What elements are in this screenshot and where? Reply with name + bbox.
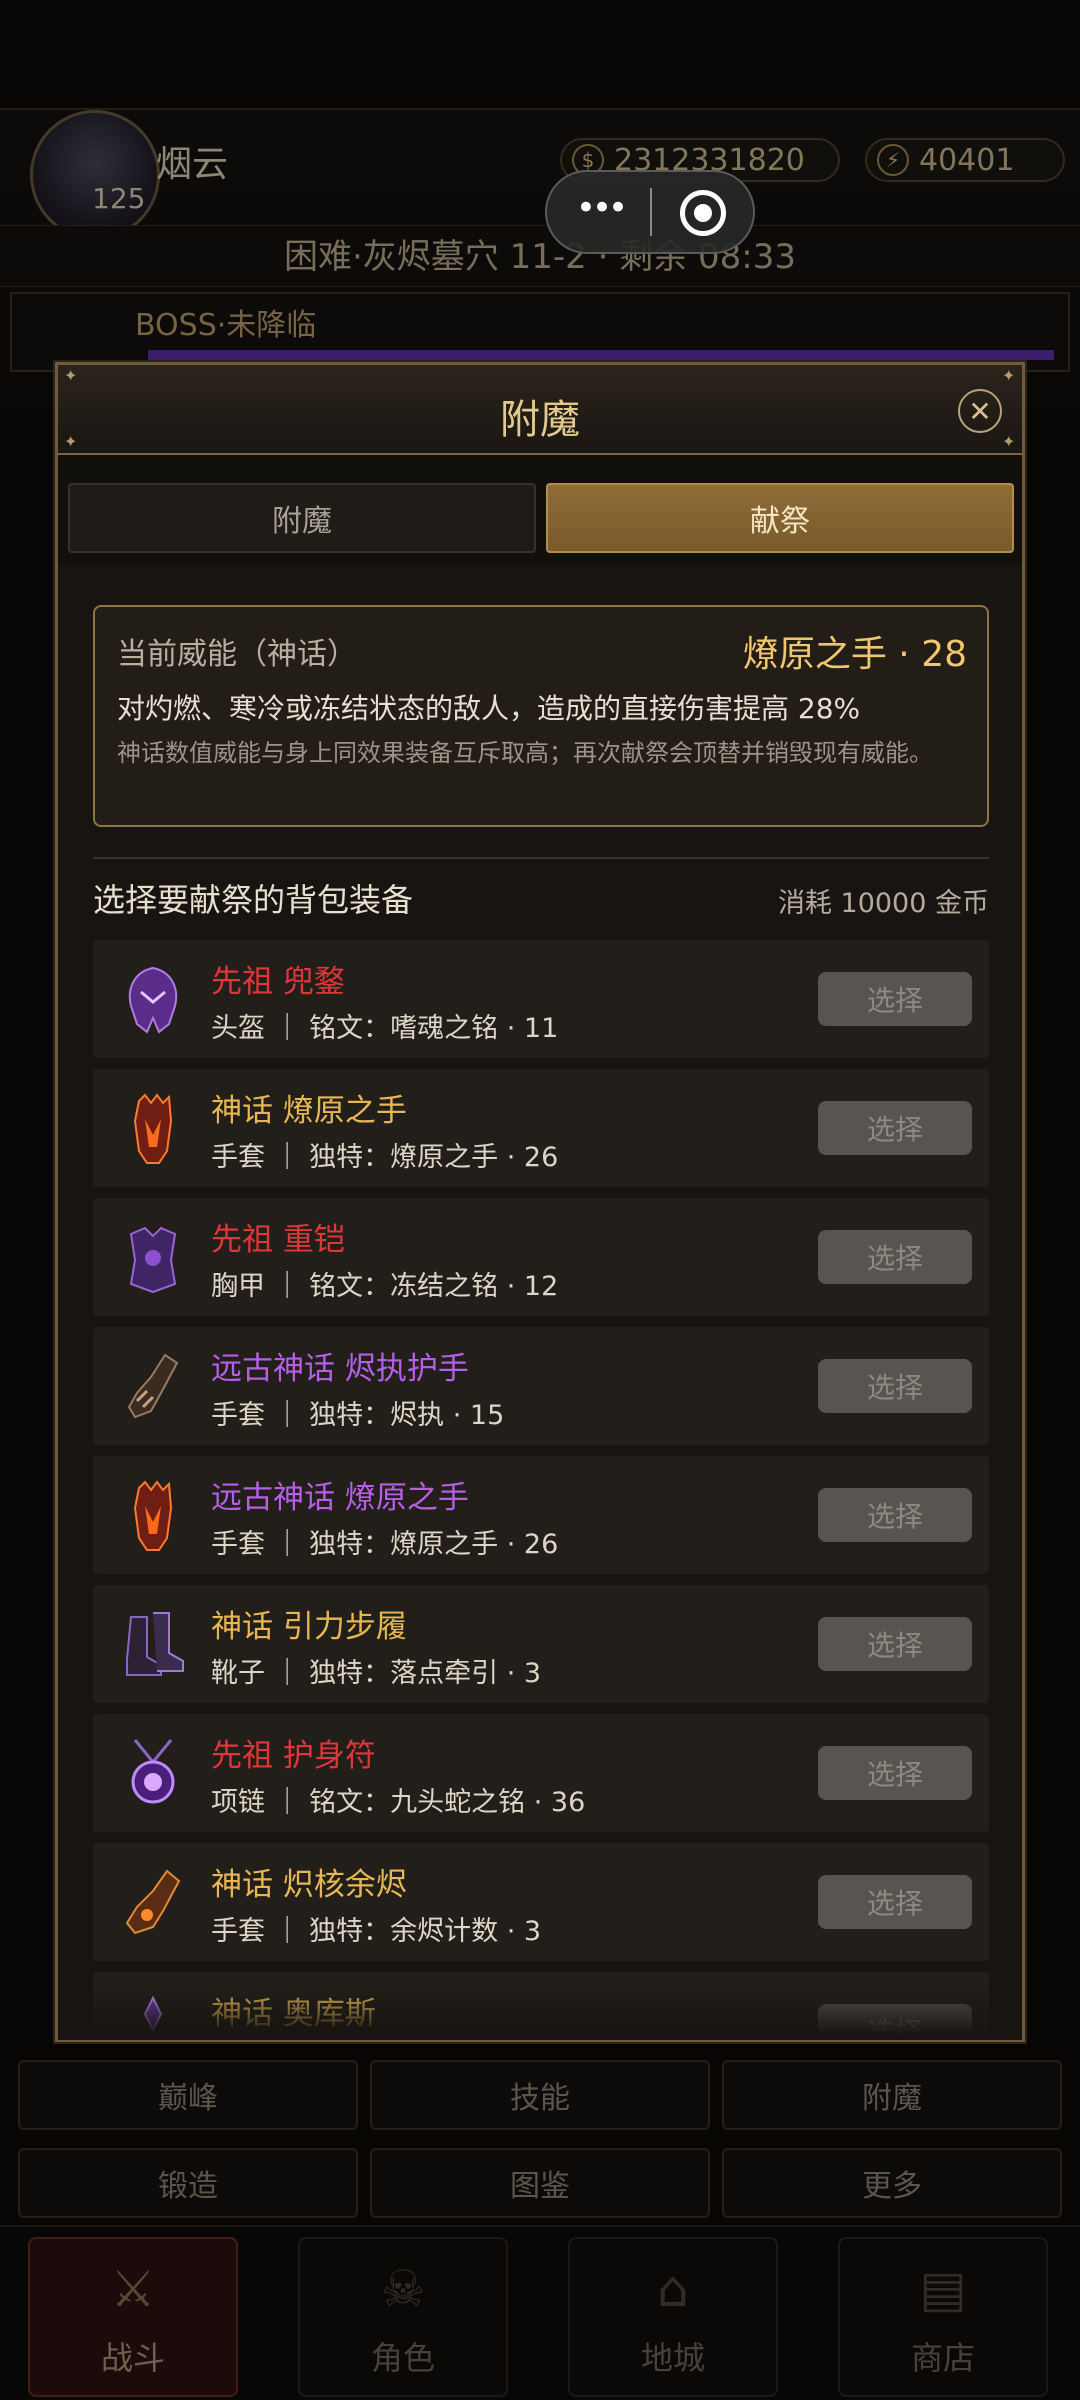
select-button[interactable]: 选择: [818, 1101, 972, 1155]
select-button[interactable]: 选择: [818, 972, 972, 1026]
chest-armor-icon: [117, 1220, 189, 1296]
select-button[interactable]: 选择: [818, 1230, 972, 1284]
section-divider: [93, 857, 989, 859]
power-description: 对灼燃、寒冷或冻结状态的敌人，造成的直接伤害提高 28%: [117, 692, 861, 725]
section-title: 选择要献祭的背包装备: [93, 881, 414, 919]
item-name: 神话 引力步履: [211, 1609, 407, 1645]
item-name: 先祖 兜鍪: [211, 964, 345, 1000]
item-name: 先祖 重铠: [211, 1222, 345, 1258]
select-button[interactable]: 选择: [818, 1359, 972, 1413]
list-item: 神话 燎原之手手套 ｜ 独特：燎原之手 · 26 选择: [93, 1069, 989, 1187]
item-details: 项链 ｜ 铭文：九头蛇之铭 · 36: [211, 1787, 586, 1818]
current-power-card: 当前威能（神话） 燎原之手 · 28 对灼燃、寒冷或冻结状态的敌人，造成的直接伤…: [93, 605, 989, 827]
close-miniprogram-icon[interactable]: [680, 190, 726, 236]
item-name: 神话 燎原之手: [211, 1093, 407, 1129]
select-button[interactable]: 选择: [818, 1875, 972, 1929]
list-item: 远古神话 烬执护手手套 ｜ 独特：烬执 · 15 选择: [93, 1327, 989, 1445]
ember-glove-icon: [117, 1865, 189, 1941]
amulet-icon: [117, 1736, 189, 1812]
select-button[interactable]: 选择: [818, 1488, 972, 1542]
list-fade: [58, 1985, 1022, 2040]
item-details: 手套 ｜ 独特：烬执 · 15: [211, 1400, 505, 1431]
sacrifice-cost: 消耗 10000 金币: [777, 888, 989, 919]
close-icon[interactable]: ✕: [958, 389, 1002, 433]
item-details: 手套 ｜ 独特：燎原之手 · 26: [211, 1529, 559, 1560]
list-item: 先祖 兜鍪头盔 ｜ 铭文：嗜魂之铭 · 11 选择: [93, 940, 989, 1058]
list-item: 先祖 护身符项链 ｜ 铭文：九头蛇之铭 · 36 选择: [93, 1714, 989, 1832]
helmet-icon: [117, 962, 189, 1038]
item-details: 头盔 ｜ 铭文：嗜魂之铭 · 11: [211, 1013, 559, 1044]
tab-sacrifice[interactable]: 献祭: [546, 483, 1014, 553]
gauntlet-icon: [117, 1349, 189, 1425]
item-details: 靴子 ｜ 独特：落点牵引 · 3: [211, 1658, 542, 1689]
select-button[interactable]: 选择: [818, 1746, 972, 1800]
flame-gauntlet-icon: [117, 1478, 189, 1554]
item-details: 胸甲 ｜ 铭文：冻结之铭 · 12: [211, 1271, 559, 1302]
capsule-divider: [650, 188, 652, 236]
modal-title: 附魔: [500, 397, 580, 443]
flame-gauntlet-icon: [117, 1091, 189, 1167]
item-details: 手套 ｜ 独特：余烬计数 · 3: [211, 1916, 542, 1947]
list-item: 神话 炽核余烬手套 ｜ 独特：余烬计数 · 3 选择: [93, 1843, 989, 1961]
enchant-modal: ✦ ✦ ✦ ✦ 附魔 ✕ 附魔 献祭 当前威能（神话） 燎原之手 · 28 对灼…: [55, 362, 1025, 2042]
list-item: 神话 引力步履靴子 ｜ 独特：落点牵引 · 3 选择: [93, 1585, 989, 1703]
modal-header: ✦ ✦ ✦ ✦ 附魔 ✕: [58, 365, 1022, 455]
item-name: 远古神话 燎原之手: [211, 1480, 469, 1516]
select-button[interactable]: 选择: [818, 1617, 972, 1671]
item-name: 神话 炽核余烬: [211, 1867, 407, 1903]
list-item: 先祖 重铠胸甲 ｜ 铭文：冻结之铭 · 12 选择: [93, 1198, 989, 1316]
item-name: 先祖 护身符: [211, 1738, 376, 1774]
boots-icon: [117, 1607, 189, 1683]
modal-tabs: 附魔 献祭: [68, 483, 1014, 553]
item-name: 远古神话 烬执护手: [211, 1351, 469, 1387]
more-options-icon[interactable]: •••: [572, 186, 628, 236]
item-details: 手套 ｜ 独特：燎原之手 · 26: [211, 1142, 559, 1173]
power-label: 当前威能（神话）: [117, 637, 357, 672]
tab-enchant[interactable]: 附魔: [68, 483, 536, 553]
power-note: 神话数值威能与身上同效果装备互斥取高；再次献祭会顶替并销毁现有威能。: [117, 739, 933, 767]
sacrifice-content: 当前威能（神话） 燎原之手 · 28 对灼燃、寒冷或冻结状态的敌人，造成的直接伤…: [58, 565, 1022, 2040]
power-value: 燎原之手 · 28: [742, 634, 967, 675]
corner-ornament-icon: ✦: [1002, 366, 1016, 385]
list-item: 远古神话 燎原之手手套 ｜ 独特：燎原之手 · 26 选择: [93, 1456, 989, 1574]
corner-ornament-icon: ✦: [64, 366, 78, 385]
